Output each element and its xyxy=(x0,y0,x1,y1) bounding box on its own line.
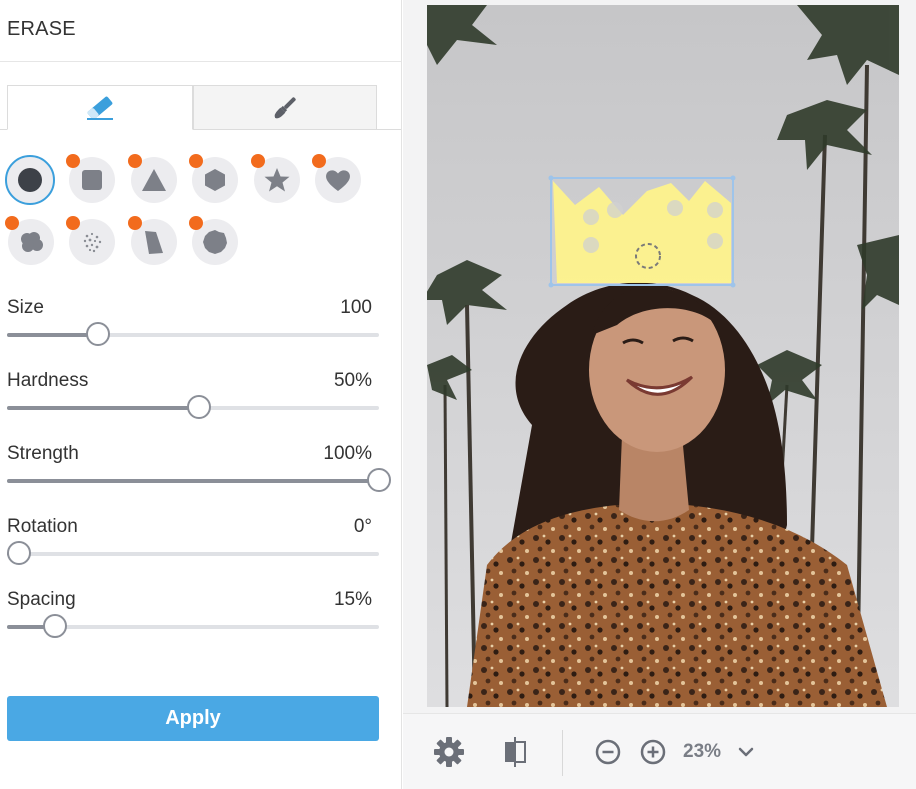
badge-dot xyxy=(128,216,142,230)
star-shape-icon xyxy=(264,168,290,192)
badge-dot xyxy=(189,154,203,168)
slider-label: Hardness xyxy=(7,370,89,391)
slider-handle[interactable] xyxy=(7,541,31,565)
tool-tabs xyxy=(7,85,377,130)
slider-value: 0° xyxy=(353,516,372,537)
brush-heart[interactable] xyxy=(312,154,361,203)
gear-icon xyxy=(434,737,464,767)
slider-spacing: Spacing 15% xyxy=(7,589,379,639)
badge-dot xyxy=(128,154,142,168)
cloud-shape-icon xyxy=(21,232,43,252)
quad-shape-icon xyxy=(145,231,163,254)
chevron-down-icon xyxy=(738,747,754,757)
brush-quad[interactable] xyxy=(128,216,177,265)
slider-strength: Strength 100% xyxy=(7,443,391,493)
badge-dot xyxy=(251,154,265,168)
brush-hexagon[interactable] xyxy=(189,154,238,203)
slider-handle[interactable] xyxy=(367,468,391,492)
heart-shape-icon xyxy=(326,170,350,191)
slider-value: 100% xyxy=(323,443,372,464)
zoom-level[interactable]: 23% xyxy=(683,741,721,763)
zoom-out-icon xyxy=(595,739,621,765)
brush-star[interactable] xyxy=(251,154,300,203)
panel-title: ERASE xyxy=(7,18,76,40)
hexagon-shape-icon xyxy=(205,169,225,191)
slider-label: Strength xyxy=(7,443,79,464)
photo-image xyxy=(427,5,899,707)
slider-label: Rotation xyxy=(7,516,78,537)
brush-cloud[interactable] xyxy=(5,216,54,265)
slider-label: Spacing xyxy=(7,589,76,610)
badge-dot xyxy=(189,216,203,230)
slider-value: 15% xyxy=(333,589,372,610)
tab-brush[interactable] xyxy=(193,85,377,130)
split-compare-icon xyxy=(505,737,526,767)
divider xyxy=(0,61,401,62)
canvas-area xyxy=(403,0,916,713)
brush-circle[interactable] xyxy=(5,155,55,205)
badge-dot xyxy=(312,154,326,168)
slider-track[interactable] xyxy=(7,541,379,565)
badge-dot xyxy=(66,216,80,230)
circle-shape-icon xyxy=(18,168,42,192)
slider-track[interactable] xyxy=(7,468,391,492)
zoom-in-button[interactable] xyxy=(640,736,666,768)
slider-rotation: Rotation 0° xyxy=(7,516,379,566)
square-shape-icon xyxy=(82,170,102,190)
slider-fill xyxy=(7,406,199,410)
settings-button[interactable] xyxy=(433,736,465,768)
slider-track[interactable] xyxy=(7,395,379,419)
photo-canvas[interactable] xyxy=(427,5,899,707)
paintbrush-icon xyxy=(274,96,296,118)
toolbar-divider xyxy=(562,730,563,776)
triangle-shape-icon xyxy=(142,169,166,191)
slider-value: 100 xyxy=(340,297,372,318)
slider-size: Size 100 xyxy=(7,297,379,347)
brush-square[interactable] xyxy=(66,154,115,203)
tab-eraser[interactable] xyxy=(7,85,193,130)
erase-panel: ERASE Size 100 Hardness 50% Strength 100… xyxy=(0,0,402,789)
slider-value: 50% xyxy=(333,370,372,391)
apply-button[interactable]: Apply xyxy=(7,696,379,741)
zoom-out-button[interactable] xyxy=(595,736,621,768)
slider-handle[interactable] xyxy=(43,614,67,638)
blob-shape-icon xyxy=(203,230,227,254)
slider-fill xyxy=(7,333,99,337)
bottom-toolbar: 23% xyxy=(403,713,916,789)
badge-dot xyxy=(5,216,19,230)
zoom-dropdown-button[interactable] xyxy=(737,736,755,768)
slider-handle[interactable] xyxy=(86,322,111,346)
compare-button[interactable] xyxy=(501,736,529,768)
slider-fill xyxy=(7,479,379,483)
brush-triangle[interactable] xyxy=(128,154,177,203)
badge-dot xyxy=(66,154,80,168)
slider-track[interactable] xyxy=(7,614,379,638)
slider-handle[interactable] xyxy=(187,395,211,419)
slider-hardness: Hardness 50% xyxy=(7,370,379,420)
slider-label: Size xyxy=(7,297,44,318)
zoom-in-icon xyxy=(640,739,666,765)
brush-blob[interactable] xyxy=(189,216,238,265)
eraser-icon xyxy=(87,96,113,120)
brush-scatter[interactable] xyxy=(66,216,115,265)
slider-track[interactable] xyxy=(7,322,379,346)
scatter-shape-icon xyxy=(83,232,102,253)
